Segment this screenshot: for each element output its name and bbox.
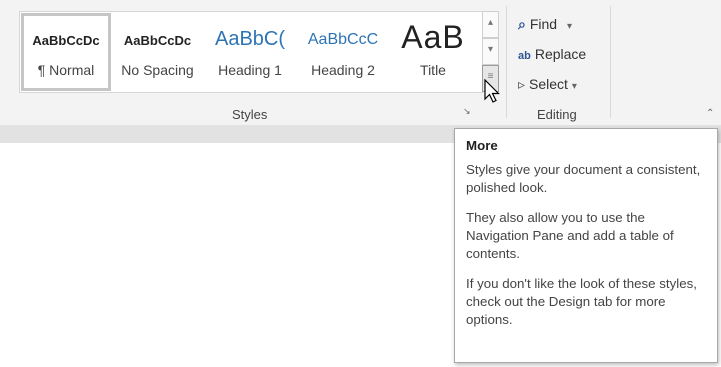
collapse-ribbon-icon[interactable]: ⌃ [706,108,714,119]
style-preview-normal: AaBbCcDc [32,33,100,48]
more-tooltip: More Styles give your document a consist… [454,128,718,363]
select-button[interactable]: ▹ Select ▾ [518,76,577,93]
style-name-heading-2: Heading 2 [311,62,375,78]
chevron-up-icon: ▴ [487,17,494,28]
style-tile-no-spacing[interactable]: AaBbCcDc No Spacing [114,13,201,91]
select-dropdown-icon[interactable]: ▾ [572,81,577,92]
tooltip-title: More [466,138,498,153]
mouse-pointer-icon [484,79,500,103]
style-tile-title[interactable]: AaB Title [390,13,476,91]
search-icon: ⌕ [518,16,526,32]
style-name-no-spacing: No Spacing [121,62,194,78]
style-preview-heading-1: AaBbC( [214,28,286,50]
replace-button[interactable]: ab Replace [518,46,586,62]
gallery-scroll-down-button[interactable]: ▾ [482,38,499,65]
replace-icon: ab [518,50,531,62]
find-button[interactable]: ⌕ Find ▾ [518,16,572,33]
style-tile-heading-1[interactable]: AaBbC( Heading 1 [204,13,296,91]
ribbon: AaBbCcDc ¶ Normal AaBbCcDc No Spacing Aa… [0,0,721,125]
gallery-scroll-up-button[interactable]: ▴ [482,11,499,38]
styles-dialog-launcher-icon[interactable]: ↘ [463,106,471,117]
tooltip-paragraph-1: Styles give your document a consistent, … [466,162,701,195]
tooltip-paragraph-2: They also allow you to use the Navigatio… [466,210,674,261]
styles-gallery: AaBbCcDc ¶ Normal AaBbCcDc No Spacing Aa… [19,11,483,93]
find-dropdown-icon[interactable]: ▾ [567,21,572,32]
style-preview-no-spacing: AaBbCcDc [123,33,192,48]
find-label: Find [529,16,558,32]
replace-label: Replace [534,46,587,62]
group-divider [610,6,611,118]
style-name-title: Title [420,62,446,78]
style-preview-title: AaB [401,19,465,55]
style-name-heading-1: Heading 1 [218,62,282,78]
chevron-down-icon: ▾ [487,44,494,55]
select-label: Select [529,76,568,92]
editing-group-label: Editing [537,107,577,122]
style-name-normal: ¶ Normal [37,62,95,78]
style-preview-heading-2: AaBbCcC [307,31,379,48]
style-tile-heading-2[interactable]: AaBbCcC Heading 2 [299,13,387,91]
group-divider [506,6,507,118]
style-tile-normal[interactable]: AaBbCcDc ¶ Normal [21,13,111,91]
tooltip-paragraph-3: If you don't like the look of these styl… [466,276,697,327]
styles-group-label: Styles [232,107,268,122]
cursor-arrow-icon: ▹ [518,76,526,92]
